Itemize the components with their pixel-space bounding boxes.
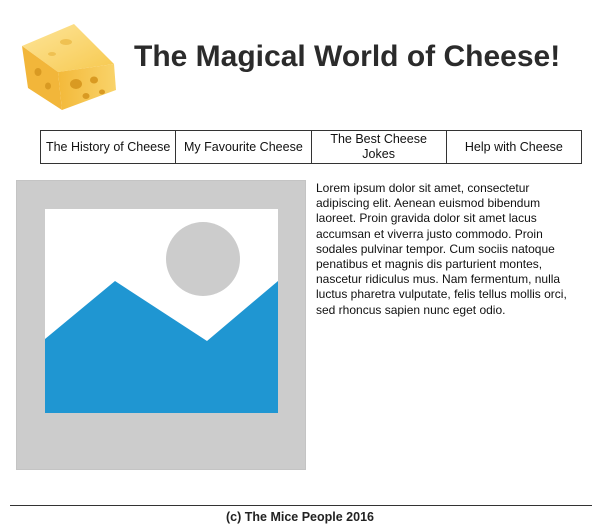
footer-divider <box>10 505 592 506</box>
body-text: Lorem ipsum dolor sit amet, consectetur … <box>316 181 567 317</box>
cheese-icon <box>22 24 116 110</box>
image-placeholder-icon <box>45 209 278 413</box>
hero-image <box>16 180 306 470</box>
cheese-logo <box>18 24 118 114</box>
page-title: The Magical World of Cheese! <box>134 40 561 73</box>
main-nav: The History of Cheese My Favourite Chees… <box>40 130 582 164</box>
nav-item-favourite[interactable]: My Favourite Cheese <box>176 131 312 163</box>
nav-item-history[interactable]: The History of Cheese <box>41 131 177 163</box>
nav-item-help[interactable]: Help with Cheese <box>447 131 581 163</box>
nav-item-jokes[interactable]: The Best Cheese Jokes <box>312 131 447 163</box>
footer-copyright: (c) The Mice People 2016 <box>226 510 374 524</box>
